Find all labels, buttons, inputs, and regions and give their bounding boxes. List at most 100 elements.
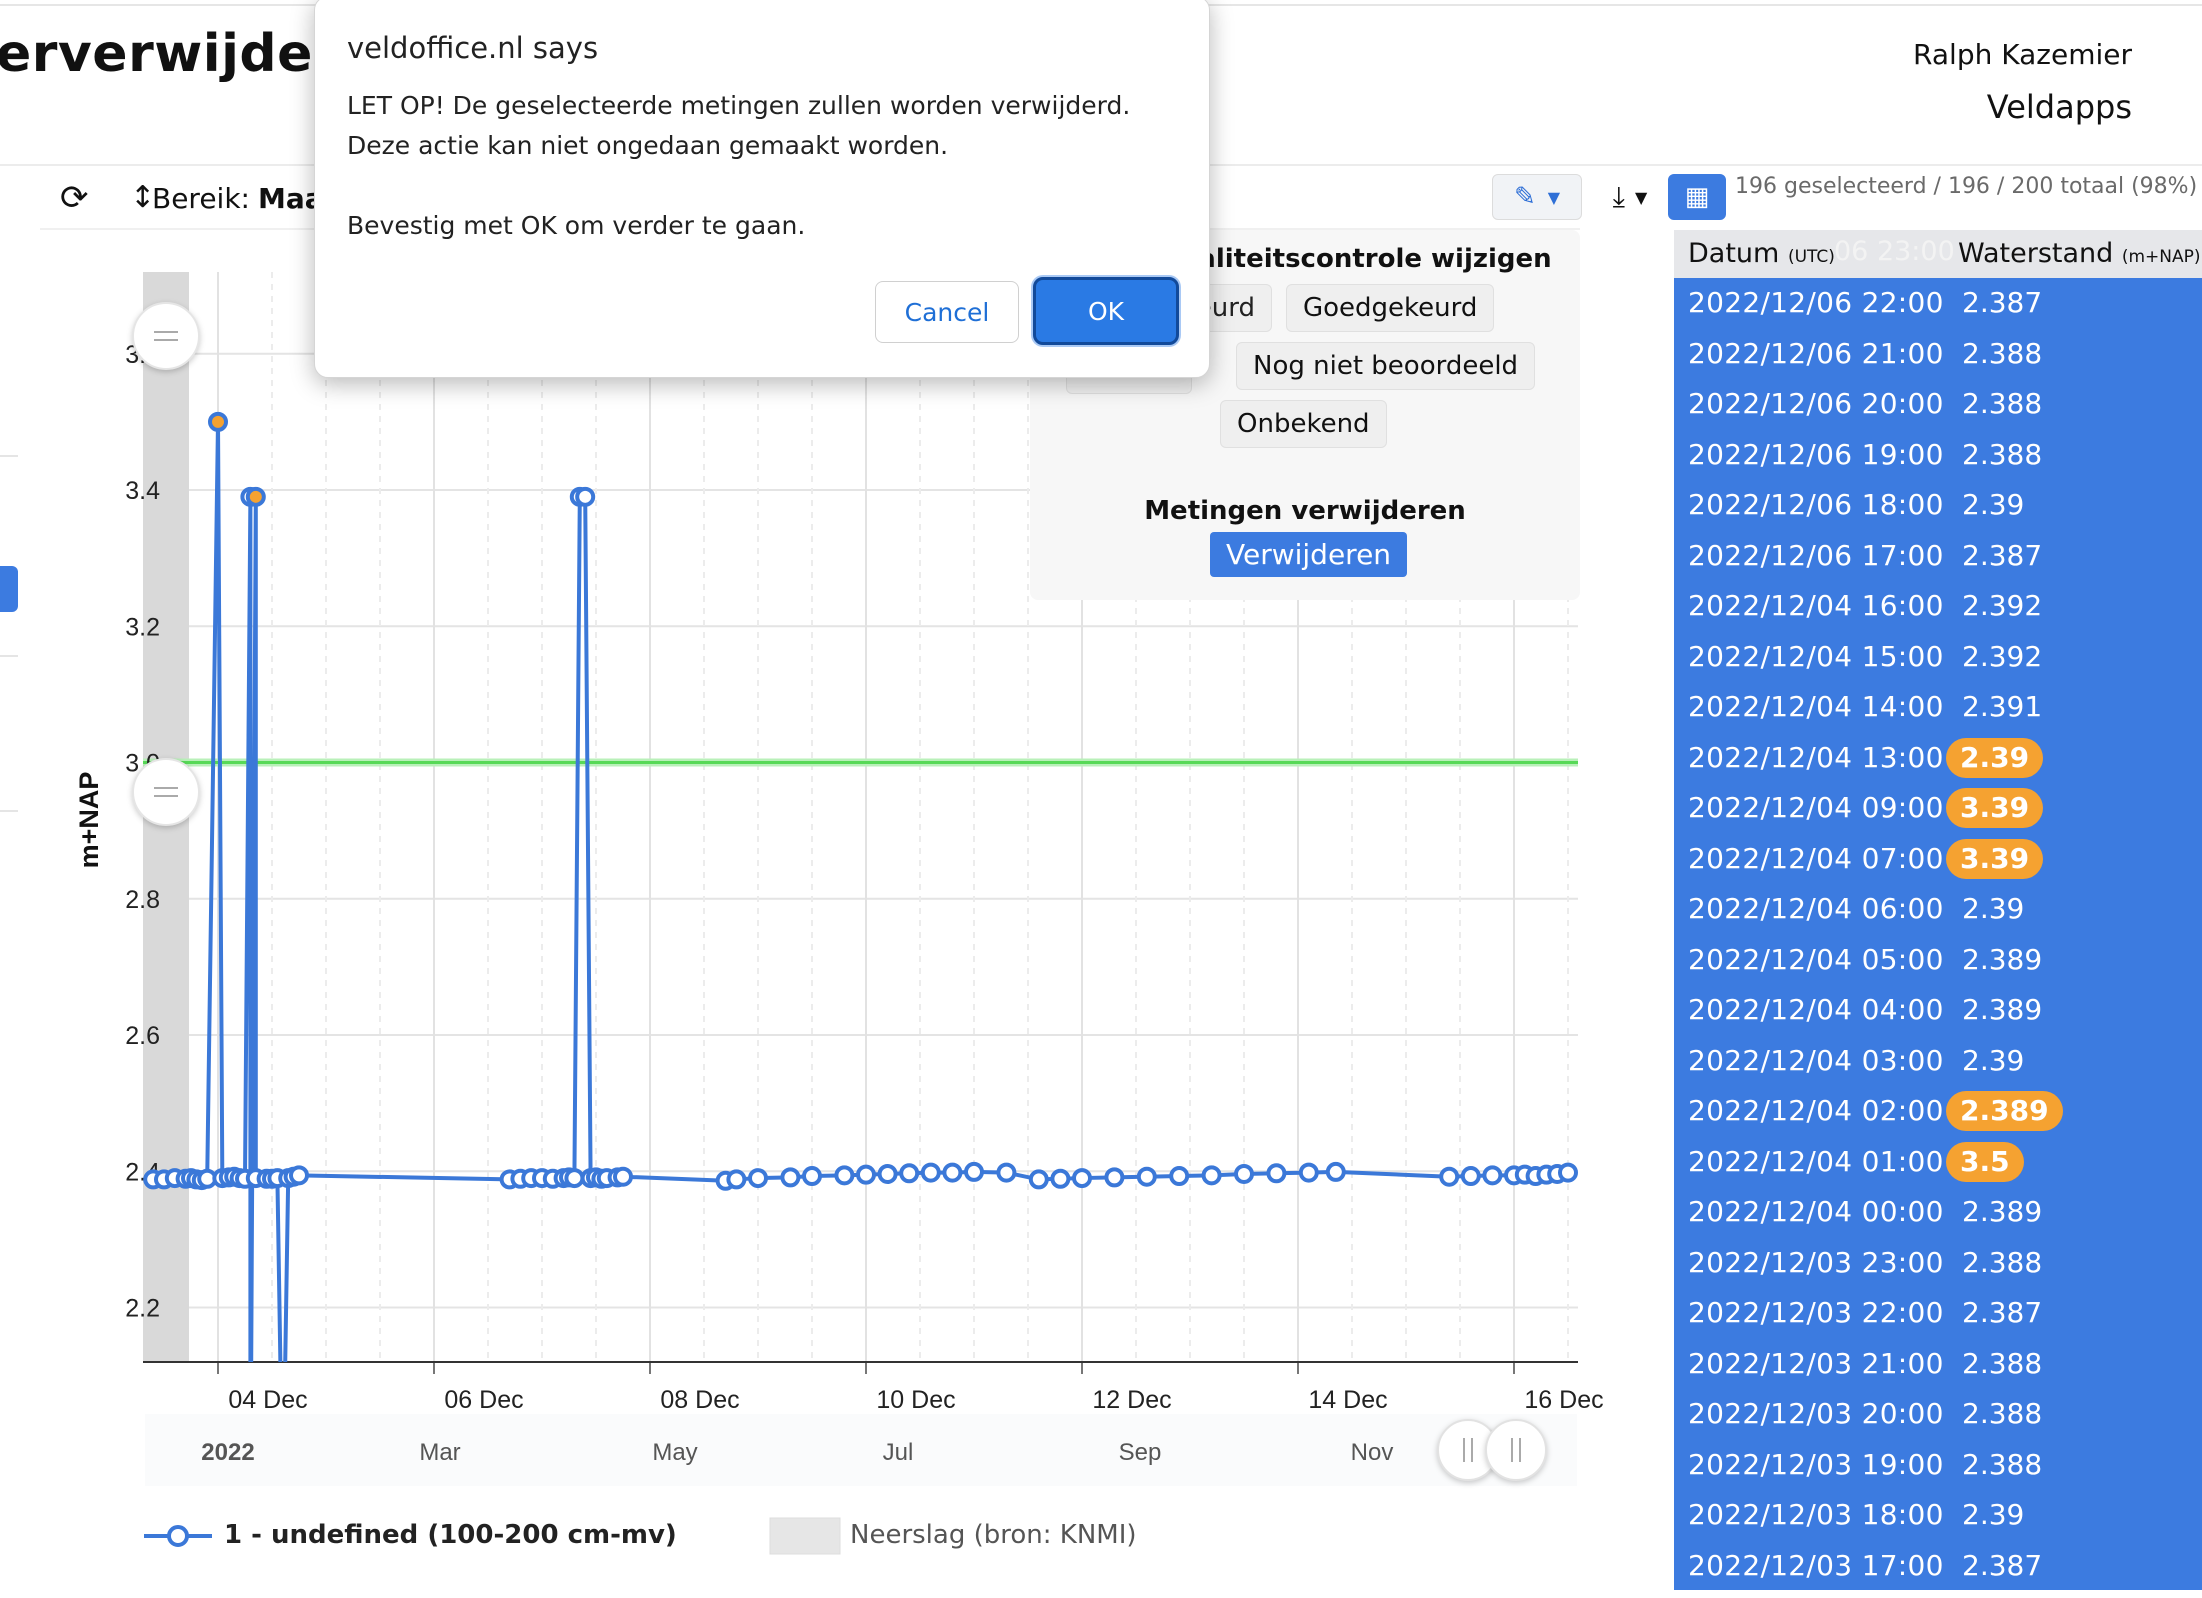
cell-date: 2022/12/03 21:00 (1688, 1346, 1944, 1380)
approved-button[interactable]: Goedgekeurd (1286, 284, 1495, 332)
cancel-button[interactable]: Cancel (875, 281, 1019, 343)
cell-value: 2.39 (1962, 892, 2025, 925)
table-row[interactable]: 2022/12/04 03:00 2.39 (1674, 1036, 2202, 1087)
data-point (802, 1166, 822, 1187)
cell-value: 2.39 (1962, 1043, 2025, 1077)
data-point (1234, 1163, 1254, 1184)
data-point (964, 1161, 984, 1182)
cell-date: 2022/12/06 21:00 (1688, 336, 1944, 370)
table-row[interactable]: 2022/12/04 09:00 3.39 (1674, 783, 2202, 834)
delete-button[interactable]: Verwijderen (1210, 532, 1408, 577)
table-row[interactable]: 2022/12/03 22:00 2.387 (1674, 1288, 2202, 1339)
unknown-button[interactable]: Onbekend (1220, 400, 1387, 448)
cell-value-flagged: 2.389 (1946, 1091, 2063, 1131)
table-row[interactable]: 2022/12/06 22:00 2.387 (1674, 278, 2202, 329)
cell-value: 2.388 (1962, 1397, 2043, 1430)
table-row[interactable]: 2022/12/04 06:00 2.39 (1674, 884, 2202, 935)
y-tick-label: 3.4 (125, 477, 160, 505)
cell-date: 2022/12/06 20:00 (1688, 387, 1944, 420)
cell-date: 2022/12/06 17:00 (1688, 538, 1944, 572)
data-point (1104, 1167, 1125, 1188)
table-row[interactable]: 2022/12/06 21:00 2.388 (1674, 329, 2202, 380)
table-row[interactable]: 2022/12/04 07:00 3.39 (1674, 834, 2202, 885)
column-header-date[interactable]: Datum (UTC) (1688, 238, 1835, 269)
cell-date: 2022/12/04 16:00 (1688, 589, 1944, 622)
column-header-waterlevel[interactable]: Waterstand (m+NAP) (1958, 238, 2201, 269)
cell-date: 2022/12/04 00:00 (1688, 1195, 1944, 1228)
measurements-table[interactable]: 06 23:00 Datum (UTC) Waterstand (m+NAP) … (1674, 230, 2202, 1590)
table-row[interactable]: 2022/12/04 16:00 2.392 (1674, 581, 2202, 632)
data-point (1325, 1161, 1346, 1182)
table-row[interactable]: 2022/12/03 19:00 2.388 (1674, 1440, 2202, 1491)
table-row[interactable]: 2022/12/06 20:00 2.388 (1674, 379, 2202, 430)
data-point (942, 1162, 963, 1183)
table-row[interactable]: 2022/12/04 01:00 3.5 (1674, 1137, 2202, 1188)
table-row[interactable]: 2022/12/03 21:00 2.388 (1674, 1339, 2202, 1390)
cell-value: 2.388 (1962, 437, 2043, 471)
x-tick-label: 16 Dec (1524, 1386, 1603, 1414)
data-point (1482, 1165, 1503, 1186)
header-ghost-text: 06 23:00 (1834, 236, 1955, 267)
cell-value: 2.389 (1962, 993, 2043, 1026)
ok-button[interactable]: OK (1033, 277, 1179, 345)
column-header-waterlevel-unit: (m+NAP) (2121, 247, 2201, 267)
table-row[interactable]: 2022/12/06 18:00 2.39 (1674, 480, 2202, 531)
navigator-label: 2022 (201, 1439, 254, 1466)
dialog-title: veldoffice.nl says (347, 31, 599, 65)
selection-count: 196 geselecteerd / 196 / 200 totaal (98%… (1735, 174, 2198, 199)
legend-series-label[interactable]: 1 - undefined (100-200 cm-mv) (224, 1520, 677, 1550)
table-row[interactable]: 2022/12/03 23:00 2.388 (1674, 1238, 2202, 1289)
x-tick-label: 08 Dec (660, 1386, 739, 1414)
cell-value: 2.387 (1962, 538, 2043, 572)
data-point (245, 486, 266, 507)
x-tick-label: 10 Dec (876, 1386, 955, 1414)
navigator: 2022 Mar May Jul Sep Nov (145, 1414, 1577, 1486)
cell-value-flagged: 3.39 (1946, 788, 2044, 828)
navigator-label: Nov (1351, 1439, 1394, 1466)
cell-value: 2.387 (1962, 1548, 2043, 1582)
table-row[interactable]: 2022/12/04 15:00 2.392 (1674, 632, 2202, 683)
cell-value: 2.387 (1962, 1296, 2043, 1329)
table-row[interactable]: 2022/12/03 18:00 2.39 (1674, 1490, 2202, 1541)
legend-rain-label[interactable]: Neerslag (bron: KNMI) (850, 1520, 1137, 1550)
cell-value: 2.389 (1962, 1195, 2043, 1228)
cell-value: 2.391 (1962, 690, 2043, 723)
table-row[interactable]: 2022/12/04 13:00 2.39 (1674, 733, 2202, 784)
data-point (1136, 1166, 1157, 1187)
table-row[interactable]: 2022/12/04 14:00 2.391 (1674, 682, 2202, 733)
table-row[interactable]: 2022/12/06 17:00 2.387 (1674, 531, 2202, 582)
data-point (899, 1163, 920, 1184)
table-header: 06 23:00 Datum (UTC) Waterstand (m+NAP) (1674, 230, 2202, 278)
cell-date: 2022/12/04 01:00 (1688, 1144, 1944, 1178)
table-row[interactable]: 2022/12/04 05:00 2.389 (1674, 935, 2202, 986)
cell-date: 2022/12/03 22:00 (1688, 1296, 1944, 1329)
table-row[interactable]: 2022/12/04 04:00 2.389 (1674, 985, 2202, 1036)
data-point (834, 1165, 855, 1186)
cell-date: 2022/12/04 06:00 (1688, 892, 1944, 925)
column-header-waterlevel-label: Waterstand (1958, 238, 2114, 269)
app-name[interactable]: Veldapps (1987, 88, 2132, 126)
cell-value: 2.39 (1962, 488, 2025, 521)
table-row[interactable]: 2022/12/04 02:00 2.389 (1674, 1086, 2202, 1137)
cell-value: 2.389 (1962, 942, 2043, 976)
x-tick-label: 12 Dec (1092, 1386, 1171, 1414)
cell-value: 2.388 (1962, 1346, 2043, 1380)
cell-value-flagged: 3.5 (1946, 1141, 2024, 1182)
not-yet-reviewed-button[interactable]: Nog niet beoordeeld (1236, 342, 1536, 390)
user-name[interactable]: Ralph Kazemier (1913, 38, 2132, 71)
data-point (1460, 1166, 1481, 1187)
cell-value-flagged: 2.39 (1946, 737, 2044, 778)
table-row[interactable]: 2022/12/04 00:00 2.389 (1674, 1187, 2202, 1238)
cell-date: 2022/12/03 18:00 (1688, 1498, 1944, 1531)
data-point (920, 1162, 941, 1183)
y-tick-label: 2.8 (125, 886, 160, 914)
cell-date: 2022/12/04 02:00 (1688, 1094, 1944, 1127)
table-row[interactable]: 2022/12/03 17:00 2.387 (1674, 1541, 2202, 1591)
table-row[interactable]: 2022/12/06 19:00 2.388 (1674, 430, 2202, 481)
navigator-label: Sep (1119, 1439, 1162, 1466)
table-row[interactable]: 2022/12/03 20:00 2.388 (1674, 1389, 2202, 1440)
dialog-message-line: Deze actie kan niet ongedaan gemaakt wor… (347, 131, 949, 160)
data-point (208, 411, 228, 432)
cell-value: 2.387 (1962, 286, 2043, 319)
data-point (877, 1163, 898, 1184)
